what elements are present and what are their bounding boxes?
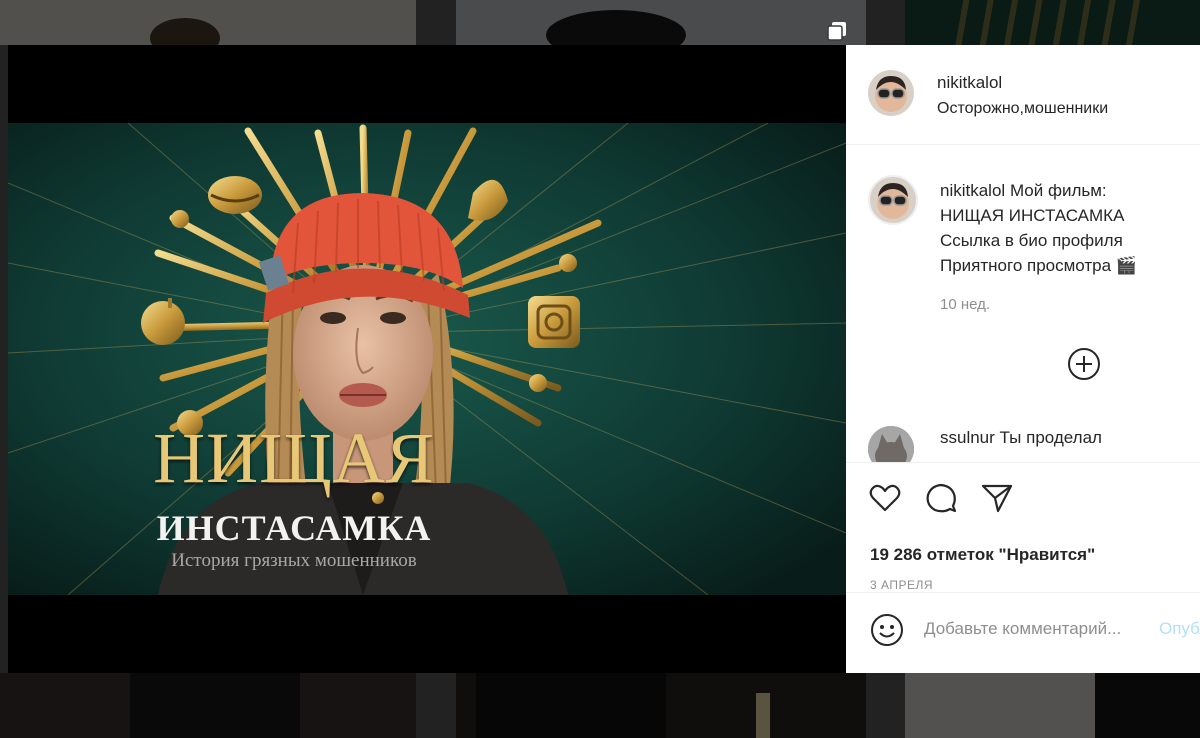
post-location[interactable]: Осторожно,мошенники — [937, 100, 1108, 118]
publish-comment-button[interactable]: Опубликовать — [1159, 619, 1200, 639]
caption-line: Ссылка в био профиля — [940, 231, 1123, 250]
caption-line: Приятного просмотра 🎬 — [940, 256, 1137, 275]
post-actions: 19 286 отметок "Нравится" 3 АПРЕЛЯ — [846, 463, 1200, 593]
likes-count[interactable]: 19 286 отметок "Нравится" — [870, 545, 1095, 565]
carousel-icon — [827, 22, 846, 41]
author-avatar[interactable] — [868, 70, 914, 116]
avatar-image — [868, 426, 914, 462]
caption-avatar[interactable] — [868, 175, 918, 225]
caption-username[interactable]: nikitkalol — [940, 181, 1005, 200]
post-date[interactable]: 3 АПРЕЛЯ — [870, 578, 933, 592]
avatar-image — [875, 76, 907, 112]
load-more-comments-icon[interactable] — [1067, 347, 1101, 381]
commenter-avatar[interactable] — [868, 426, 914, 462]
poster-subtitle: ИНСТАСАМКА — [156, 508, 432, 548]
poster-tagline: История грязных мошенников — [171, 550, 417, 571]
caption-line: Мой фильм: — [1009, 181, 1107, 200]
caption-time[interactable]: 10 нед. — [940, 296, 990, 313]
emoji-icon[interactable] — [870, 613, 904, 647]
comment-item: ssulnur Ты проделал — [940, 428, 1102, 448]
poster-title: НИЩАЯ — [153, 418, 435, 498]
comment-username[interactable]: ssulnur — [940, 428, 995, 447]
post-sidebar: nikitkalol Осторожно,мошенники nikitkalo… — [846, 45, 1200, 673]
share-send-icon[interactable] — [980, 481, 1014, 515]
post-media[interactable]: НИЩАЯ ИНСТАСАМКА История грязных мошенни… — [8, 45, 846, 673]
avatar-image — [877, 183, 909, 219]
like-heart-icon[interactable] — [868, 481, 902, 515]
comment-input[interactable] — [924, 615, 1159, 643]
post-header: nikitkalol Осторожно,мошенники — [846, 45, 1200, 145]
comments-section[interactable]: nikitkalol Мой фильм: НИЩАЯ ИНСТАСАМКА С… — [846, 145, 1200, 463]
add-comment-section: Опубликовать — [846, 593, 1200, 673]
post-modal: НИЩАЯ ИНСТАСАМКА История грязных мошенни… — [8, 45, 1200, 673]
author-username[interactable]: nikitkalol — [937, 73, 1002, 93]
comment-bubble-icon[interactable] — [924, 481, 958, 515]
comment-text: Ты проделал — [999, 428, 1102, 447]
post-caption: nikitkalol Мой фильм: НИЩАЯ ИНСТАСАМКА С… — [940, 178, 1180, 278]
caption-line: НИЩАЯ ИНСТАСАМКА — [940, 206, 1125, 225]
